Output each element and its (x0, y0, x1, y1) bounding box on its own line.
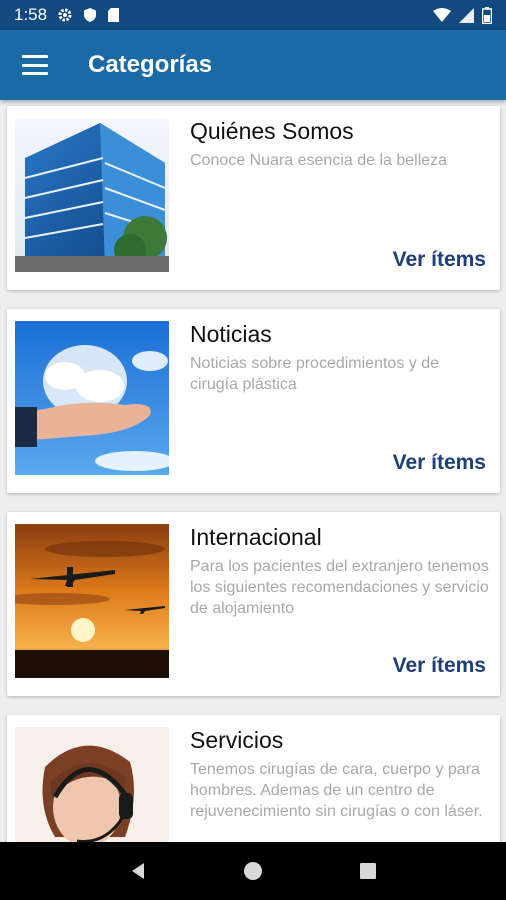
status-time: 1:58 (14, 5, 48, 24)
status-bar: 1:58 (0, 0, 506, 30)
navigation-bar (0, 842, 506, 900)
settings-icon (58, 8, 72, 22)
home-icon (243, 862, 262, 880)
back-button[interactable] (118, 851, 158, 891)
category-title: Internacional (190, 524, 322, 550)
category-card-quienes-somos[interactable]: Quiénes Somos Conoce Nuara esencia de la… (7, 106, 500, 290)
menu-icon-line (22, 63, 48, 67)
home-button[interactable] (233, 851, 273, 891)
view-items-button[interactable]: Ver ítems (393, 654, 486, 678)
category-title: Servicios (190, 727, 284, 753)
wifi-icon (433, 8, 451, 22)
signal-icon (459, 7, 474, 23)
category-title: Quiénes Somos (190, 118, 354, 144)
category-description: Tenemos cirugías de cara, cuerpo y para … (190, 761, 483, 820)
airplane-sunset-image (15, 524, 169, 678)
category-card-noticias[interactable]: Noticias Noticias sobre procedimientos y… (7, 309, 500, 493)
menu-icon-line (22, 72, 48, 75)
battery-icon (482, 6, 492, 24)
sd-card-icon (108, 8, 120, 22)
category-description: Para los pacientes del extranjero tenemo… (190, 558, 489, 617)
headset-woman-image (15, 727, 169, 842)
view-items-button[interactable]: Ver ítems (393, 248, 486, 272)
recents-button[interactable] (348, 851, 388, 891)
category-title: Noticias (190, 321, 272, 347)
category-card-servicios[interactable]: Servicios Tenemos cirugías de cara, cuer… (7, 715, 500, 842)
category-list[interactable]: Quiénes Somos Conoce Nuara esencia de la… (0, 100, 506, 842)
view-items-button[interactable]: Ver ítems (393, 451, 486, 475)
menu-button[interactable] (22, 55, 48, 75)
menu-icon-line (22, 55, 48, 58)
recents-icon (360, 863, 377, 879)
building-image (15, 118, 169, 272)
shield-icon (84, 8, 97, 22)
app-bar: Categorías (0, 30, 506, 100)
back-icon (131, 863, 144, 879)
category-card-internacional[interactable]: Internacional Para los pacientes del ext… (7, 512, 500, 696)
page-title: Categorías (88, 51, 213, 78)
category-description: Noticias sobre procedimientos y de cirug… (190, 355, 440, 393)
category-description: Conoce Nuara esencia de la belleza (190, 152, 448, 169)
cloud-hand-image (15, 321, 169, 475)
